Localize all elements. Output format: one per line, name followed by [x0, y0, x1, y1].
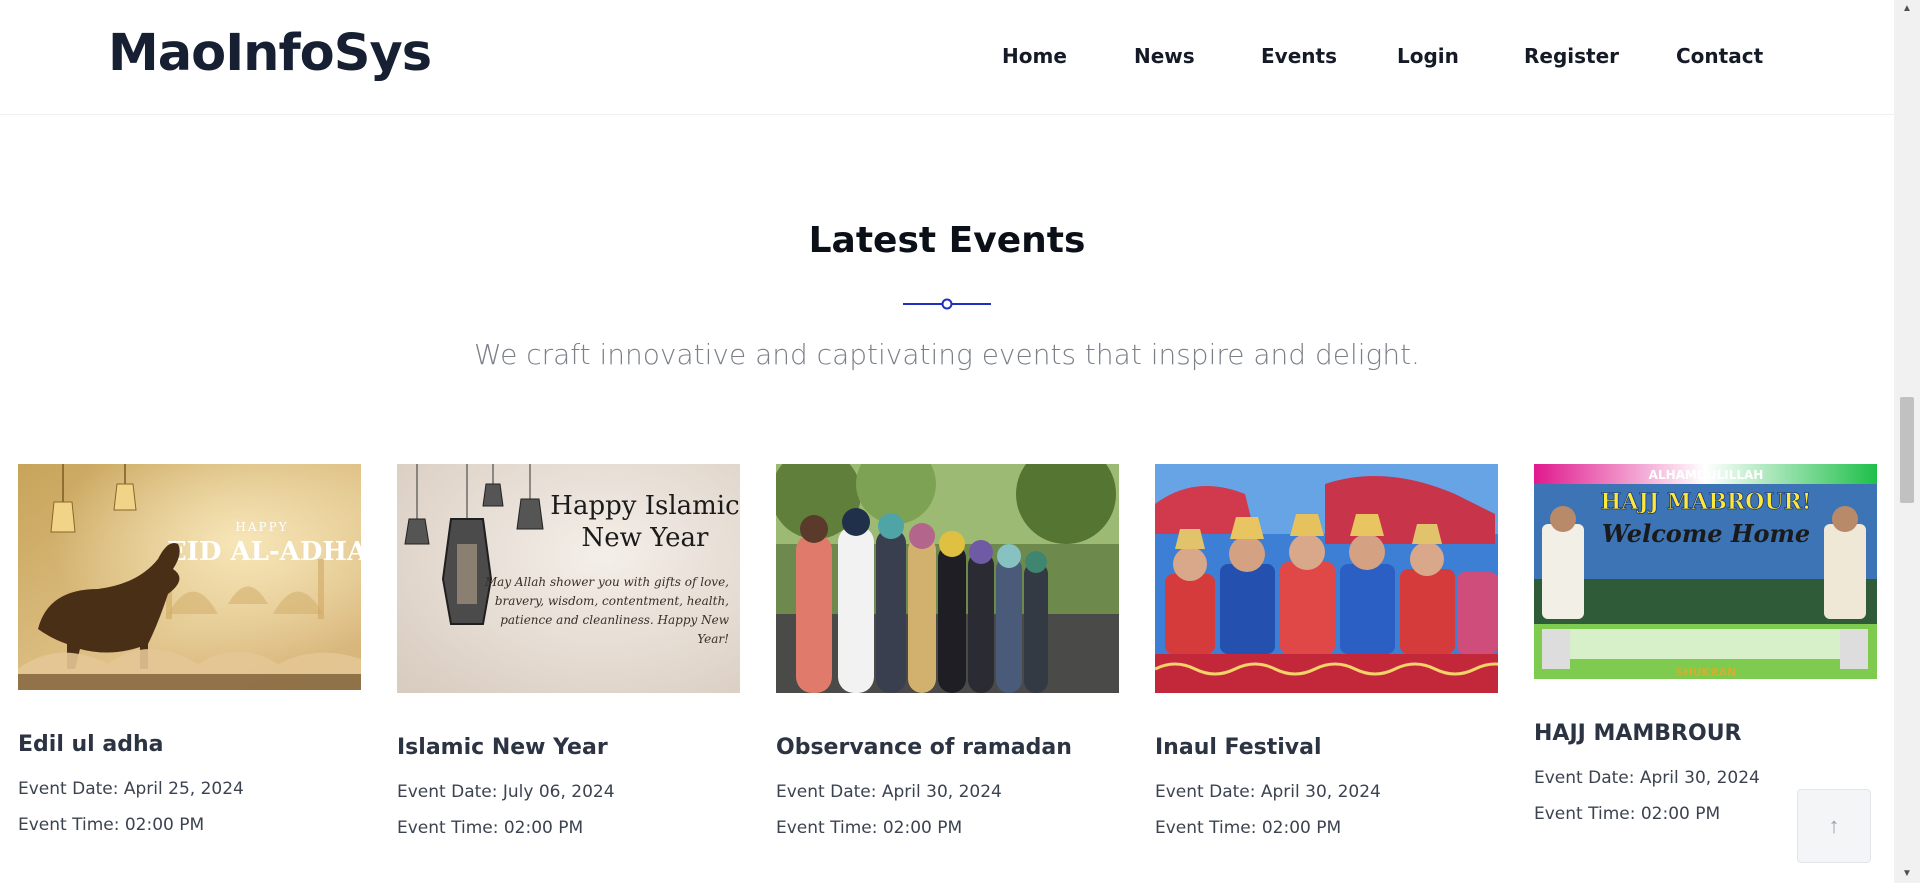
back-to-top-button[interactable]: ↑ [1797, 789, 1871, 863]
scroll-down-arrow-icon[interactable]: ▼ [1894, 865, 1920, 883]
event-date: Event Date: April 25, 2024 [18, 779, 244, 799]
section-subtitle: We craft innovative and captivating even… [474, 338, 1420, 371]
image-caption-eid: EID AL-ADHA [167, 537, 361, 567]
event-meta: Event Date: April 25, 2024 Event Time: 0… [18, 771, 361, 843]
event-title[interactable]: Inaul Festival [1155, 735, 1498, 760]
event-image-ramadan[interactable] [776, 464, 1119, 693]
banner-caption-top: ALHAMDULILLAH [1649, 468, 1764, 482]
event-image-hajj[interactable]: ALHAMDULILLAH HAJJ MABROUR! Welcome Home… [1534, 464, 1877, 679]
nav-register[interactable]: Register [1524, 44, 1676, 68]
site-header: MaoInfoSys Home News Events Login Regist… [0, 0, 1894, 115]
image-caption-happy: HAPPY [235, 520, 288, 534]
event-card[interactable]: Happy Islamic New Year May Allah shower … [397, 464, 740, 846]
inaul-festival-photo [1155, 464, 1498, 693]
nav-login[interactable]: Login [1397, 44, 1524, 68]
event-date: Event Date: April 30, 2024 [1155, 782, 1381, 802]
image-caption-title-1: Happy Islamic [550, 491, 739, 521]
event-time: Event Time: 02:00 PM [397, 818, 584, 838]
event-title[interactable]: Observance of ramadan [776, 735, 1119, 760]
event-card[interactable]: Observance of ramadan Event Date: April … [776, 464, 1119, 846]
banner-caption-welcome: Welcome Home [1602, 519, 1810, 548]
hajj-mabrour-banner: ALHAMDULILLAH HAJJ MABROUR! Welcome Home… [1534, 464, 1877, 679]
section-title: Latest Events [808, 220, 1086, 261]
arrow-up-icon: ↑ [1828, 813, 1840, 838]
image-caption-line-3: patience and cleanliness. Happy New [500, 613, 730, 627]
event-date: Event Date: April 30, 2024 [776, 782, 1002, 802]
ramadan-photo [776, 464, 1119, 693]
event-card[interactable]: Inaul Festival Event Date: April 30, 202… [1155, 464, 1498, 846]
event-title[interactable]: HAJJ MAMBROUR [1534, 721, 1877, 746]
event-image-inaul[interactable] [1155, 464, 1498, 693]
image-caption-line-4: Year! [697, 632, 729, 646]
site-logo[interactable]: MaoInfoSys [108, 24, 432, 83]
image-caption-line-2: bravery, wisdom, contentment, health, [495, 594, 729, 608]
event-card[interactable]: HAPPY EID AL-ADHA Edil ul adha Event Dat… [18, 464, 361, 843]
event-time: Event Time: 02:00 PM [18, 815, 205, 835]
event-title[interactable]: Islamic New Year [397, 735, 740, 760]
event-meta: Event Date: April 30, 2024 Event Time: 0… [1155, 774, 1498, 846]
event-meta: Event Date: July 06, 2024 Event Time: 02… [397, 774, 740, 846]
scrollbar-thumb[interactable] [1900, 397, 1914, 503]
event-image-eid[interactable]: HAPPY EID AL-ADHA [18, 464, 361, 690]
eid-al-adha-illustration: HAPPY EID AL-ADHA [18, 464, 361, 690]
main-nav: Home News Events Login Register Contact [1002, 44, 1763, 68]
image-caption-title-2: New Year [582, 523, 709, 553]
event-card[interactable]: ALHAMDULILLAH HAJJ MABROUR! Welcome Home… [1534, 464, 1877, 832]
banner-caption-bottom: SHUKRAN [1676, 666, 1737, 679]
event-meta: Event Date: April 30, 2024 Event Time: 0… [776, 774, 1119, 846]
nav-events[interactable]: Events [1261, 44, 1397, 68]
section-divider [903, 298, 991, 310]
event-time: Event Time: 02:00 PM [1155, 818, 1342, 838]
scroll-up-arrow-icon[interactable]: ▲ [1894, 0, 1920, 18]
nav-news[interactable]: News [1134, 44, 1261, 68]
image-caption-line-1: May Allah shower you with gifts of love, [484, 575, 729, 589]
event-time: Event Time: 02:00 PM [776, 818, 963, 838]
event-title[interactable]: Edil ul adha [18, 732, 361, 757]
banner-caption-title: HAJJ MABROUR! [1601, 489, 1812, 515]
event-image-islamic-new-year[interactable]: Happy Islamic New Year May Allah shower … [397, 464, 740, 693]
islamic-new-year-illustration: Happy Islamic New Year May Allah shower … [397, 464, 740, 693]
nav-home[interactable]: Home [1002, 44, 1134, 68]
nav-contact[interactable]: Contact [1676, 44, 1763, 68]
page-scrollbar[interactable]: ▲ ▼ [1894, 0, 1920, 883]
event-date: Event Date: July 06, 2024 [397, 782, 615, 802]
